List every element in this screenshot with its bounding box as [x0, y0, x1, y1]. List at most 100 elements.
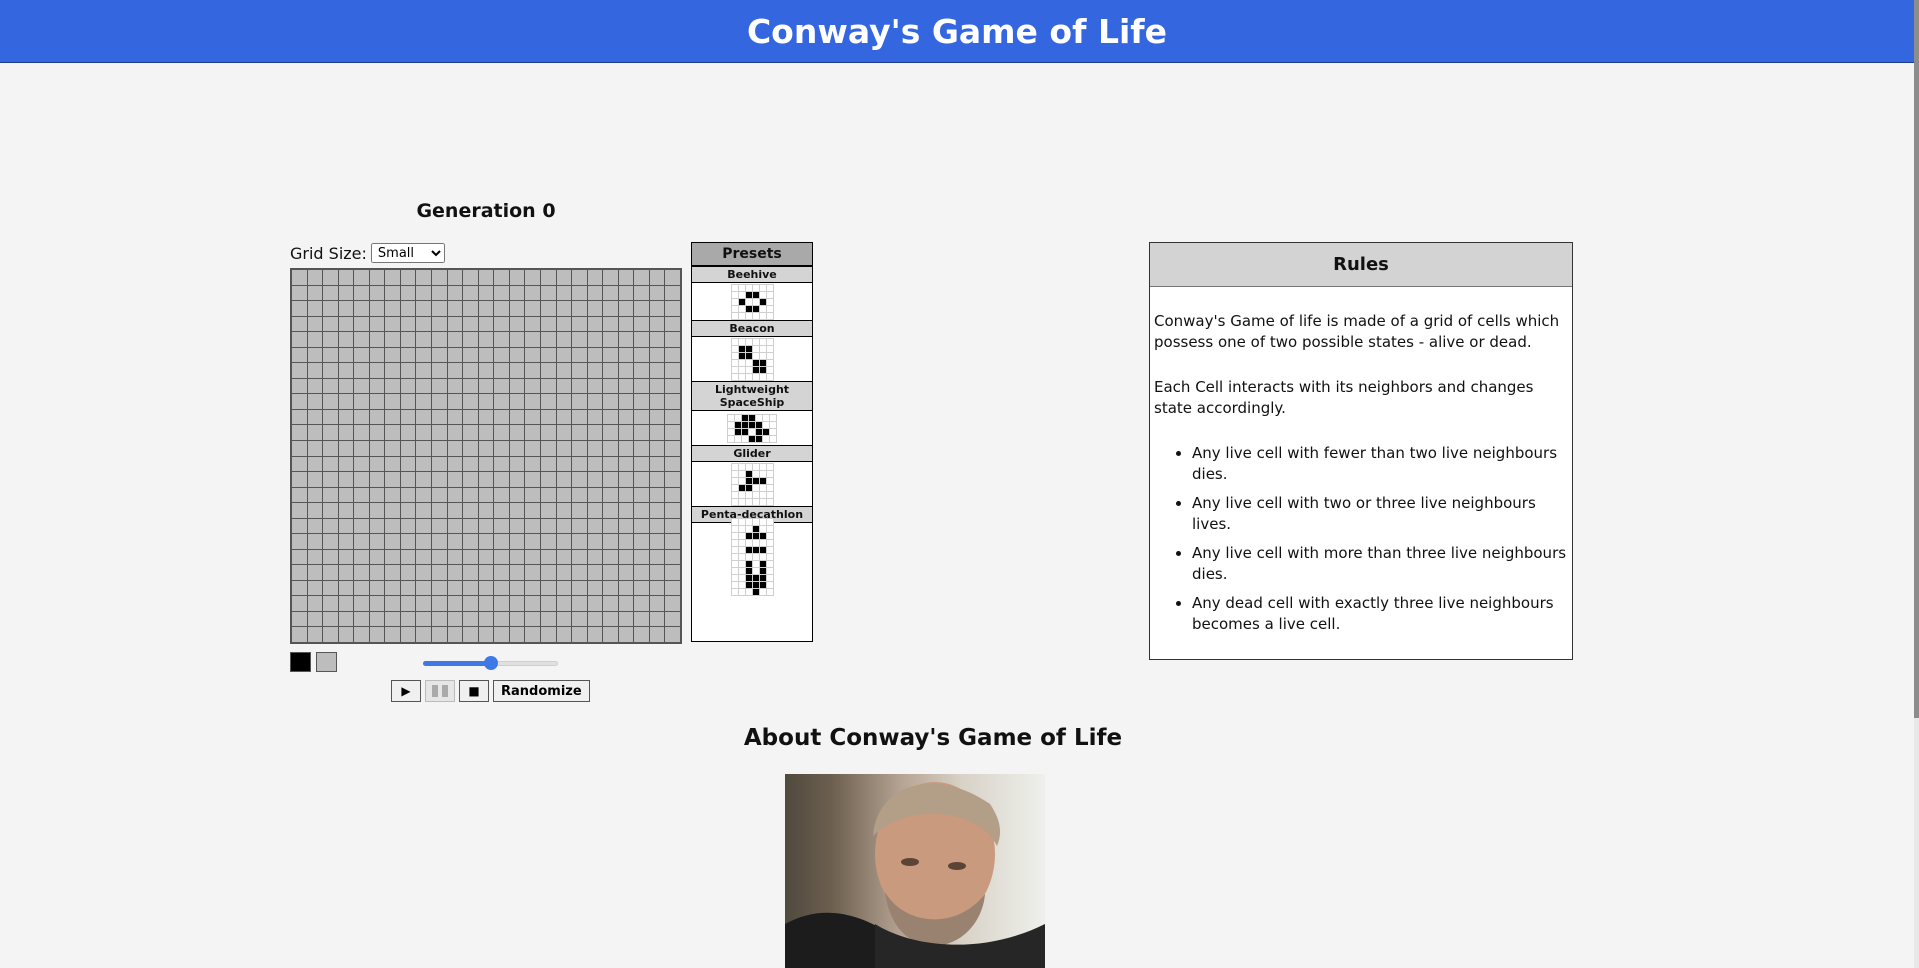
board-cell[interactable]: [525, 549, 540, 565]
board-cell[interactable]: [494, 425, 509, 440]
board-cell[interactable]: [649, 518, 665, 534]
board-cell[interactable]: [338, 316, 354, 332]
board-cell[interactable]: [478, 549, 494, 565]
board-cell[interactable]: [323, 316, 338, 332]
board-cell[interactable]: [323, 596, 338, 611]
board-cell[interactable]: [556, 534, 572, 549]
board-cell[interactable]: [432, 285, 447, 301]
board-cell[interactable]: [587, 580, 603, 596]
board-cell[interactable]: [416, 580, 432, 596]
board-cell[interactable]: [338, 363, 354, 378]
board-cell[interactable]: [307, 565, 323, 580]
board-cell[interactable]: [494, 378, 509, 394]
board-cell[interactable]: [323, 409, 338, 425]
board-cell[interactable]: [587, 596, 603, 611]
board-cell[interactable]: [509, 332, 525, 347]
board-cell[interactable]: [292, 534, 307, 549]
board-cell[interactable]: [400, 347, 416, 363]
board-cell[interactable]: [572, 409, 587, 425]
board-cell[interactable]: [556, 627, 572, 642]
board-cell[interactable]: [556, 409, 572, 425]
board-cell[interactable]: [292, 627, 307, 642]
board-cell[interactable]: [525, 565, 540, 580]
board-cell[interactable]: [447, 378, 463, 394]
board-cell[interactable]: [540, 518, 556, 534]
board-cell[interactable]: [587, 611, 603, 627]
board-cell[interactable]: [354, 332, 369, 347]
board-cell[interactable]: [509, 301, 525, 316]
board-cell[interactable]: [603, 456, 618, 472]
board-cell[interactable]: [556, 270, 572, 285]
board-cell[interactable]: [618, 503, 634, 518]
board-cell[interactable]: [509, 596, 525, 611]
board-cell[interactable]: [463, 472, 478, 487]
board-cell[interactable]: [432, 316, 447, 332]
board-cell[interactable]: [649, 301, 665, 316]
board-cell[interactable]: [338, 503, 354, 518]
board-cell[interactable]: [463, 596, 478, 611]
board-cell[interactable]: [603, 518, 618, 534]
board-cell[interactable]: [416, 565, 432, 580]
board-cell[interactable]: [509, 565, 525, 580]
board-cell[interactable]: [338, 596, 354, 611]
board-cell[interactable]: [292, 409, 307, 425]
board-cell[interactable]: [634, 565, 649, 580]
board-cell[interactable]: [634, 518, 649, 534]
board-cell[interactable]: [587, 565, 603, 580]
board-cell[interactable]: [478, 301, 494, 316]
board-cell[interactable]: [649, 378, 665, 394]
board-cell[interactable]: [618, 627, 634, 642]
board-cell[interactable]: [463, 425, 478, 440]
board-cell[interactable]: [307, 270, 323, 285]
board-cell[interactable]: [525, 316, 540, 332]
board-cell[interactable]: [307, 301, 323, 316]
board-cell[interactable]: [447, 503, 463, 518]
board-cell[interactable]: [354, 394, 369, 409]
board-cell[interactable]: [400, 456, 416, 472]
board-cell[interactable]: [509, 534, 525, 549]
board-cell[interactable]: [292, 347, 307, 363]
board-cell[interactable]: [478, 456, 494, 472]
board-cell[interactable]: [463, 565, 478, 580]
board-cell[interactable]: [509, 425, 525, 440]
board-cell[interactable]: [509, 409, 525, 425]
board-cell[interactable]: [603, 347, 618, 363]
board-cell[interactable]: [432, 627, 447, 642]
board-cell[interactable]: [432, 270, 447, 285]
board-cell[interactable]: [587, 285, 603, 301]
board-cell[interactable]: [478, 378, 494, 394]
board-cell[interactable]: [307, 378, 323, 394]
board-cell[interactable]: [649, 363, 665, 378]
board-cell[interactable]: [587, 316, 603, 332]
board-cell[interactable]: [478, 363, 494, 378]
board-cell[interactable]: [603, 332, 618, 347]
board-cell[interactable]: [509, 378, 525, 394]
board-cell[interactable]: [509, 316, 525, 332]
board-cell[interactable]: [587, 549, 603, 565]
board-cell[interactable]: [556, 332, 572, 347]
board-cell[interactable]: [416, 440, 432, 456]
board-cell[interactable]: [385, 316, 400, 332]
board-cell[interactable]: [556, 301, 572, 316]
board-cell[interactable]: [432, 487, 447, 503]
board-cell[interactable]: [369, 611, 385, 627]
board-cell[interactable]: [432, 378, 447, 394]
board-cell[interactable]: [509, 363, 525, 378]
board-cell[interactable]: [432, 596, 447, 611]
board-cell[interactable]: [400, 596, 416, 611]
board-cell[interactable]: [618, 363, 634, 378]
board-cell[interactable]: [525, 363, 540, 378]
board-cell[interactable]: [525, 503, 540, 518]
board-cell[interactable]: [494, 596, 509, 611]
board-cell[interactable]: [447, 472, 463, 487]
board-cell[interactable]: [572, 611, 587, 627]
preset-label[interactable]: Glider: [692, 445, 812, 462]
board-cell[interactable]: [618, 332, 634, 347]
board-cell[interactable]: [540, 270, 556, 285]
board-cell[interactable]: [323, 378, 338, 394]
board-cell[interactable]: [634, 394, 649, 409]
board-cell[interactable]: [525, 409, 540, 425]
board-cell[interactable]: [665, 534, 680, 549]
board-cell[interactable]: [556, 503, 572, 518]
board-cell[interactable]: [385, 503, 400, 518]
